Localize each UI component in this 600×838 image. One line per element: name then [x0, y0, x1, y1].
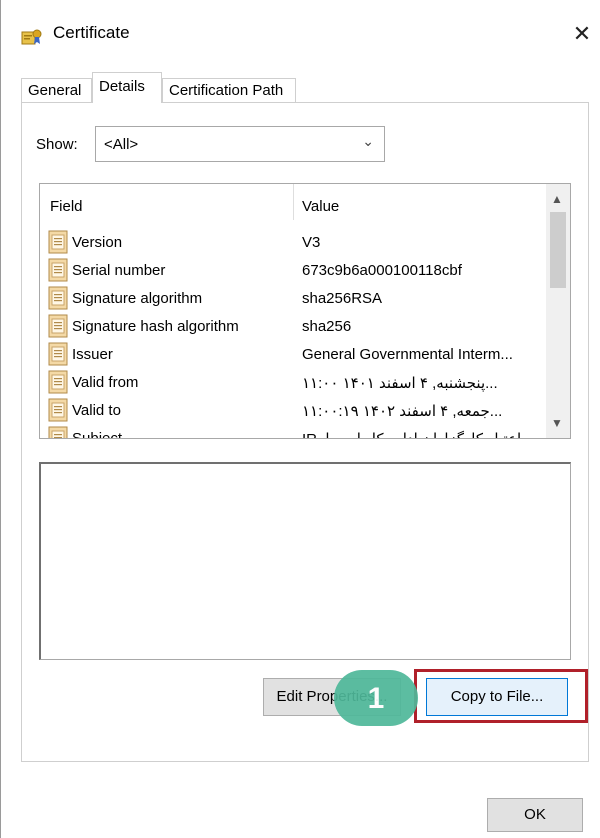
field-icon [48, 398, 68, 422]
tab-certification-path[interactable]: Certification Path [162, 78, 296, 102]
field-value: ...پنجشنبه, ۴ اسفند ۱۴۰۱ ۱۱:۰۰ [302, 375, 498, 392]
table-row[interactable]: Issuer General Governmental Interm... [40, 340, 545, 368]
field-icon [48, 370, 68, 394]
field-name: Signature algorithm [72, 290, 203, 307]
table-row[interactable]: Signature hash algorithm sha256 [40, 312, 545, 340]
column-header-value[interactable]: Value [302, 198, 339, 215]
field-name: Version [72, 234, 123, 251]
field-icon [48, 230, 68, 254]
show-selected-value: <All> [104, 136, 139, 153]
highlight-box [414, 669, 588, 723]
field-name: Subject [72, 430, 123, 439]
vertical-scrollbar[interactable]: ▲ ▼ [546, 184, 570, 438]
field-value: IR, اعتبار کارگزاران اداره کل امور ا... [302, 430, 540, 438]
chevron-down-icon: ⌄ [362, 133, 374, 149]
table-row[interactable]: Serial number 673c9b6a000100118cbf [40, 256, 545, 284]
show-label: Show: [36, 136, 78, 153]
field-name: Issuer [72, 346, 113, 363]
field-icon [48, 286, 68, 310]
ok-button[interactable]: OK [487, 798, 583, 832]
column-header-field[interactable]: Field [50, 198, 83, 215]
window-title: Certificate [53, 23, 130, 42]
certificate-icon [21, 29, 42, 45]
tab-details[interactable]: Details [92, 72, 162, 103]
table-row[interactable]: Signature algorithm sha256RSA [40, 284, 545, 312]
certificate-dialog: Certificate ✕ General Details Certificat… [0, 0, 600, 838]
field-name: Signature hash algorithm [72, 318, 239, 335]
table-row[interactable]: Subject IR, اعتبار کارگزاران اداره کل ام… [40, 424, 545, 439]
field-icon [48, 258, 68, 282]
field-value: 673c9b6a000100118cbf [302, 262, 462, 279]
table-row[interactable]: Version V3 [40, 228, 545, 256]
fields-list[interactable]: Field Value Version V3 Serial number 673… [39, 183, 571, 439]
tab-general[interactable]: General [21, 78, 92, 102]
scroll-thumb[interactable] [550, 212, 566, 288]
field-value: sha256RSA [302, 290, 383, 307]
show-dropdown[interactable]: <All> ⌄ [95, 126, 385, 162]
field-icon [48, 426, 68, 438]
field-value: General Governmental Interm... [302, 346, 513, 363]
field-name: Serial number [72, 262, 166, 279]
scroll-up-icon[interactable]: ▲ [551, 192, 563, 206]
field-icon [48, 314, 68, 338]
field-value: sha256 [302, 318, 352, 335]
scroll-down-icon[interactable]: ▼ [551, 416, 563, 430]
column-divider[interactable] [293, 184, 294, 220]
field-value: ...جمعه, ۴ اسفند ۱۴۰۲ ۱۱:۰۰:۱۹ [302, 403, 503, 420]
field-name: Valid to [72, 402, 121, 419]
field-icon [48, 342, 68, 366]
step-badge: 1 [334, 670, 418, 726]
table-row[interactable]: Valid to ...جمعه, ۴ اسفند ۱۴۰۲ ۱۱:۰۰:۱۹ [40, 396, 545, 424]
field-value: V3 [302, 234, 321, 251]
close-button[interactable]: ✕ [567, 18, 597, 50]
table-row[interactable]: Valid from ...پنجشنبه, ۴ اسفند ۱۴۰۱ ۱۱:۰… [40, 368, 545, 396]
field-detail-box[interactable] [39, 462, 571, 660]
title-bar: Certificate ✕ [1, 0, 600, 60]
field-name: Valid from [72, 374, 139, 391]
